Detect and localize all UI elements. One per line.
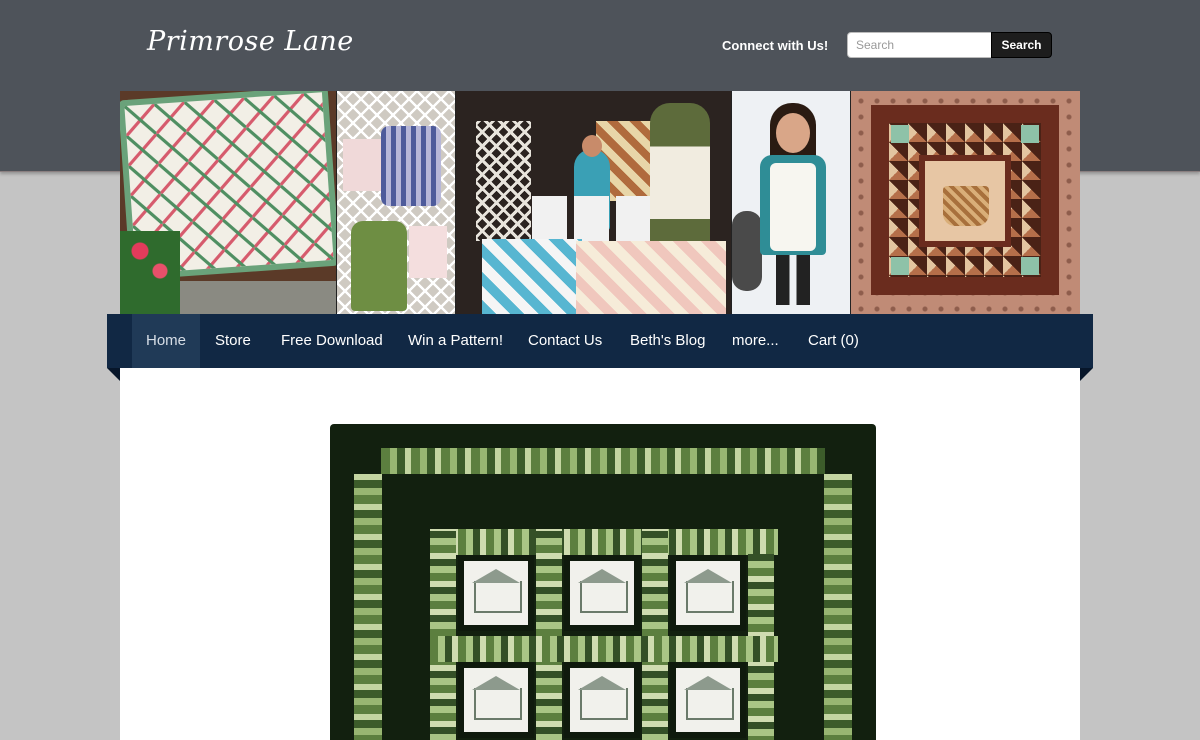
banner-photo-doll xyxy=(732,91,850,314)
banner-photo-garments-on-lattice xyxy=(337,91,455,314)
quilt-block-covered-bridge xyxy=(670,662,746,738)
nav-item-beths-blog[interactable]: Beth's Blog xyxy=(616,314,719,368)
banner-photo-basket-quilt xyxy=(851,91,1080,314)
header-banner-image xyxy=(120,91,1080,314)
nav-item-win-a-pattern[interactable]: Win a Pattern! xyxy=(394,314,517,368)
featured-quilt-image[interactable] xyxy=(330,424,876,740)
nav-item-home[interactable]: Home xyxy=(132,314,201,368)
quilt-block-covered-bridge xyxy=(458,662,534,738)
nav-item-contact-us[interactable]: Contact Us xyxy=(514,314,616,368)
site-logo[interactable]: Primrose Lane xyxy=(147,26,354,57)
nav-item-free-download[interactable]: Free Download xyxy=(267,314,397,368)
search-input[interactable] xyxy=(847,32,993,58)
search-button[interactable]: Search xyxy=(991,32,1052,58)
quilt-block-covered-bridge xyxy=(670,555,746,631)
quilt-block-covered-bridge xyxy=(458,555,534,631)
nav-item-cart[interactable]: Cart (0) xyxy=(794,314,873,368)
nav-item-store[interactable]: Store xyxy=(201,314,265,368)
banner-photo-quilt-on-bench xyxy=(120,91,336,314)
quilt-block-covered-bridge xyxy=(564,555,640,631)
banner-photo-craft-booth xyxy=(456,91,731,314)
connect-with-us-link[interactable]: Connect with Us! xyxy=(722,38,828,53)
quilt-block-covered-bridge xyxy=(564,662,640,738)
nav-item-more[interactable]: more... xyxy=(718,314,793,368)
